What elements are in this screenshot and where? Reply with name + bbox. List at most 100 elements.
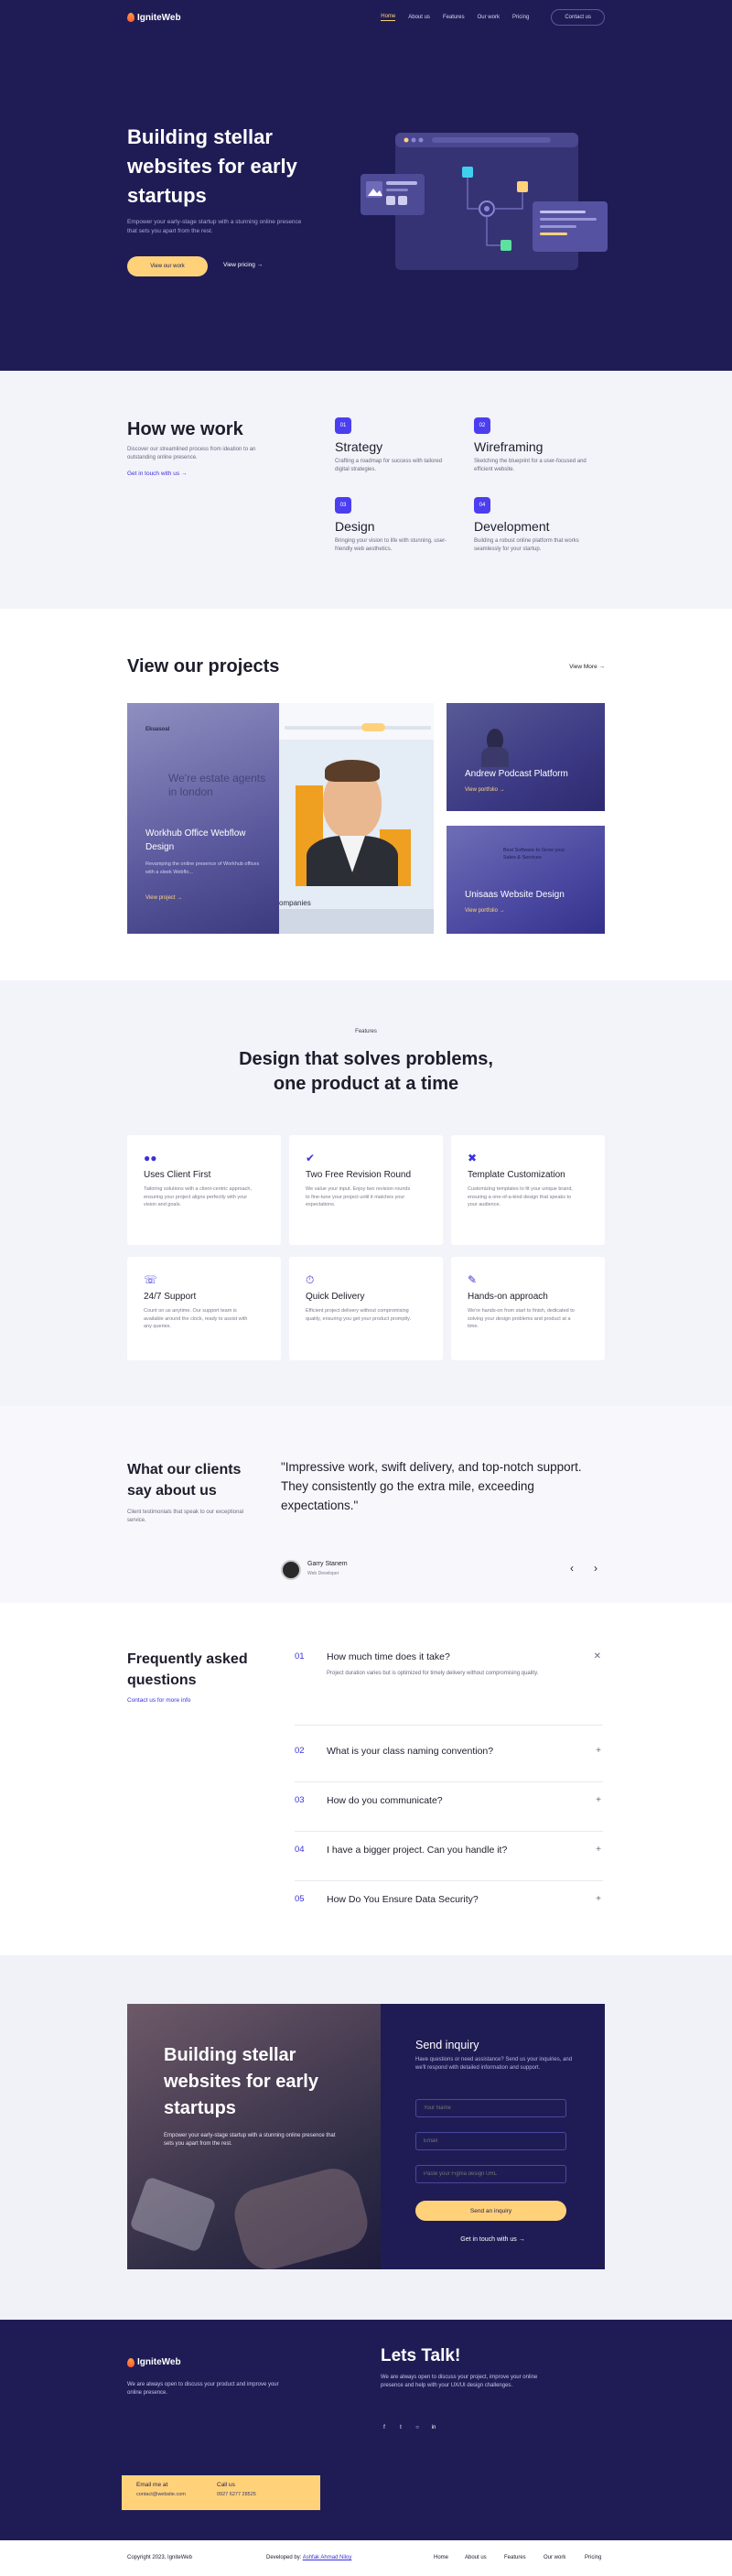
project-card-unisaas[interactable]: Best Software to Grow your Sales & Servi…	[447, 826, 605, 934]
step-title: Design	[335, 519, 375, 534]
faq-item[interactable]: 04 I have a bigger project. Can you hand…	[295, 1845, 603, 1881]
arrow-right-icon: →	[177, 895, 183, 901]
project-card-andrew[interactable]: Andrew Podcast Platform View portfolio →	[447, 703, 605, 811]
footer-link-about[interactable]: About us	[465, 2555, 487, 2560]
users-icon: ●●	[144, 1152, 157, 1164]
developed-label: Developed by:	[266, 2555, 302, 2560]
step-badge: 01	[335, 417, 351, 434]
testimonial-quote: "Impressive work, swift delivery, and to…	[281, 1460, 582, 1512]
faq-item[interactable]: 02 What is your class naming convention?…	[295, 1746, 603, 1782]
project-bg-headline: Best Software to Grow your Sales & Servi…	[503, 848, 565, 860]
check-badge-icon: ✔	[306, 1152, 316, 1164]
get-in-touch-label: Get in touch with us	[127, 471, 180, 477]
footer-logo[interactable]: IgniteWeb	[127, 2357, 181, 2367]
feature-desc: Count on us anytime. Our support team is…	[144, 1308, 248, 1329]
faq-question: How Do You Ensure Data Security?	[327, 1894, 479, 1905]
arrow-right-icon: →	[256, 262, 264, 268]
inquiry-section: Building stellar websites for early star…	[0, 1955, 732, 2320]
faq-question: How do you communicate?	[327, 1795, 443, 1806]
figma-url-field[interactable]	[415, 2165, 566, 2183]
project-card-workhub[interactable]: Ekuasoal We're estate agents in london W…	[127, 703, 434, 934]
send-inquiry-button[interactable]: Send an inquiry	[415, 2201, 566, 2221]
avatar	[281, 1560, 301, 1580]
project-desc: Revamping the online presence of Workhub…	[145, 861, 260, 875]
linkedin-icon[interactable]: in	[430, 2424, 437, 2431]
feature-card: ✎ Hands-on approach We're hands-on from …	[451, 1257, 605, 1360]
step-desc: Building a robust online platform that w…	[474, 538, 579, 552]
faq-question: What is your class naming convention?	[327, 1746, 494, 1757]
footer-link-our-work[interactable]: Our work	[544, 2555, 565, 2560]
instagram-icon[interactable]: ○	[414, 2424, 421, 2431]
name-field[interactable]	[415, 2099, 566, 2117]
nav-about[interactable]: About us	[408, 15, 430, 20]
close-icon[interactable]: ✕	[594, 1651, 601, 1661]
author-name: Garry Stanem	[307, 1561, 348, 1567]
project-title: Workhub Office Webflow Design	[145, 828, 246, 852]
hands-photo-shape	[228, 2162, 374, 2269]
email-label: Email me at	[136, 2482, 168, 2488]
nav-features[interactable]: Features	[443, 15, 465, 20]
form-subtitle: Have questions or need assistance? Send …	[415, 2057, 573, 2071]
features-section: Features Design that solves problems, on…	[0, 980, 732, 1406]
prev-arrow-icon[interactable]: ‹	[570, 1562, 574, 1575]
logo-text: IgniteWeb	[137, 12, 181, 23]
view-more-label: View More	[569, 664, 597, 670]
nav-pricing[interactable]: Pricing	[512, 15, 529, 20]
projects-title: View our projects	[127, 656, 280, 676]
view-portfolio-link[interactable]: View portfolio →	[465, 908, 505, 914]
view-project-link[interactable]: View project →	[145, 895, 182, 901]
footer-link-pricing[interactable]: Pricing	[585, 2555, 601, 2560]
view-portfolio-link[interactable]: View portfolio →	[465, 787, 505, 793]
get-in-touch-link[interactable]: Get in touch with us →	[127, 471, 187, 477]
contact-box: Email me at contact@website.com Call us …	[122, 2475, 320, 2510]
logo[interactable]: IgniteWeb	[127, 13, 181, 23]
phone-link[interactable]: 0927 6277 28525	[217, 2492, 256, 2497]
call-label: Call us	[217, 2482, 235, 2488]
email-link[interactable]: contact@website.com	[136, 2492, 186, 2497]
stopwatch-icon: ⏱	[306, 1273, 315, 1286]
step-badge: 04	[474, 497, 490, 514]
bottom-bar: Copyright 2023, IgniteWeb Developed by: …	[0, 2540, 732, 2576]
hero-section: IgniteWeb Home About us Features Our wor…	[0, 0, 732, 371]
footer-link-features[interactable]: Features	[504, 2555, 526, 2560]
email-field[interactable]	[415, 2132, 566, 2150]
plus-icon[interactable]: +	[596, 1795, 601, 1805]
hero-subtitle: Empower your early-stage startup with a …	[127, 219, 302, 234]
view-portfolio-label: View portfolio	[465, 908, 498, 914]
faq-answer: Project duration varies but is optimized…	[327, 1671, 539, 1676]
view-work-button[interactable]: View our work	[127, 256, 208, 276]
view-more-link[interactable]: View More →	[569, 664, 605, 670]
facebook-icon[interactable]: f	[381, 2424, 388, 2431]
step-title: Strategy	[335, 439, 383, 454]
feature-title: Quick Delivery	[306, 1292, 365, 1302]
twitter-icon[interactable]: t	[397, 2424, 404, 2431]
developer-link[interactable]: Ashfak Ahmad Niloy	[303, 2555, 352, 2560]
project-title: Andrew Podcast Platform	[465, 769, 568, 779]
testimonial-subtitle: Client testimonials that speak to our ex…	[127, 1510, 244, 1523]
footer-link-home[interactable]: Home	[434, 2555, 448, 2560]
nav-our-work[interactable]: Our work	[478, 15, 500, 20]
features-eyebrow: Features	[355, 1029, 377, 1034]
contact-us-button[interactable]: Contact us	[551, 9, 605, 26]
plus-icon[interactable]: +	[596, 1746, 601, 1756]
faq-item[interactable]: 05 How Do You Ensure Data Security? +	[295, 1894, 603, 1931]
next-arrow-icon[interactable]: ›	[594, 1562, 597, 1575]
how-title: How we work	[127, 419, 243, 439]
faq-item[interactable]: 01 How much time does it take? Project d…	[295, 1651, 603, 1726]
step-development: 04 Development Building a robust online …	[474, 497, 611, 554]
get-in-touch-link[interactable]: Get in touch with us →	[381, 2236, 605, 2243]
contact-info-link[interactable]: Contact us for more info	[127, 1697, 190, 1704]
feature-title: Template Customization	[468, 1170, 565, 1180]
lets-talk-title: Lets Talk!	[381, 2346, 461, 2365]
faq-item[interactable]: 03 How do you communicate? +	[295, 1795, 603, 1832]
nav-home[interactable]: Home	[381, 14, 396, 21]
view-portfolio-label: View portfolio	[465, 787, 498, 793]
plus-icon[interactable]: +	[596, 1894, 601, 1904]
faq-number: 01	[295, 1651, 305, 1661]
faq-number: 03	[295, 1795, 305, 1805]
view-pricing-link[interactable]: View pricing →	[223, 262, 263, 268]
project-bg-logo: Ekuasoal	[145, 727, 170, 732]
plus-icon[interactable]: +	[596, 1845, 601, 1855]
feature-title: 24/7 Support	[144, 1292, 197, 1302]
tools-icon: ✖	[468, 1152, 478, 1164]
